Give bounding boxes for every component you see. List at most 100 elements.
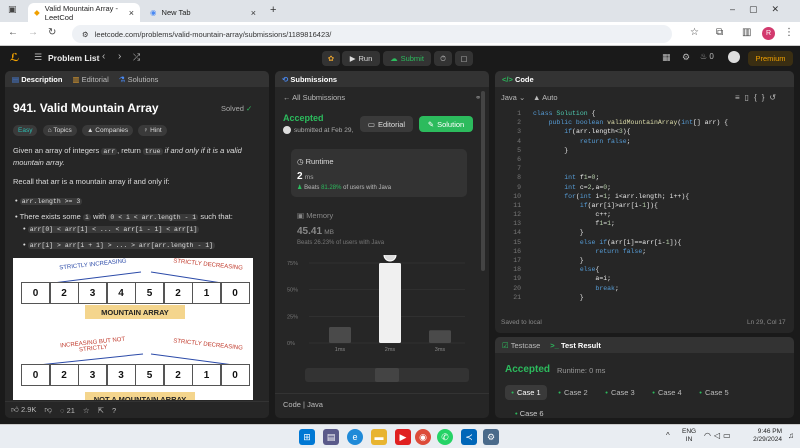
- favorite-star-icon[interactable]: ☆: [83, 406, 90, 415]
- code-line: 1 class Solution {: [495, 109, 785, 118]
- difficulty-badge[interactable]: Easy: [13, 125, 38, 136]
- terminal-icon: >_: [550, 340, 559, 350]
- hint-badge[interactable]: ♀ Hint: [138, 125, 167, 136]
- like-button[interactable]: 👍︎ 2.9K: [11, 405, 36, 415]
- tab-search-icon[interactable]: ▣: [8, 4, 17, 15]
- chart-range-slider[interactable]: [305, 368, 469, 382]
- user-avatar[interactable]: [728, 51, 740, 63]
- whatsapp-icon[interactable]: ✆: [437, 429, 453, 445]
- window-controls[interactable]: –▢✕: [730, 4, 793, 15]
- browser-tab-active[interactable]: ◆ Valid Mountain Array - LeetCod ×: [28, 3, 140, 22]
- array-cell: 0: [220, 282, 250, 304]
- solution-button[interactable]: ✎ Solution: [419, 116, 473, 132]
- share-icon[interactable]: ⇱: [98, 406, 104, 415]
- line-number: 3: [517, 128, 521, 136]
- menu-dots-icon[interactable]: ⋮: [784, 27, 794, 38]
- next-problem-icon[interactable]: ›: [118, 51, 121, 62]
- debug-icon[interactable]: ✿: [322, 51, 340, 66]
- extensions-icon[interactable]: ⧉: [716, 27, 723, 38]
- tab-submissions[interactable]: ⟲ Submissions: [282, 75, 337, 84]
- forward-icon[interactable]: →: [28, 27, 38, 38]
- tab-testcase[interactable]: ☑ Testcase: [502, 341, 540, 350]
- submit-button[interactable]: ☁ Submit: [383, 51, 431, 66]
- layout-icon[interactable]: ▦: [662, 52, 671, 63]
- case-tab[interactable]: • Case 1: [505, 385, 547, 400]
- vscode-icon[interactable]: ≺: [461, 429, 477, 445]
- all-submissions-link[interactable]: ← All Submissions: [283, 93, 345, 102]
- badge-row: Easy ⌂ Topics ▲ Companies ♀ Hint: [13, 125, 170, 136]
- tab-solutions[interactable]: ⚗ Solutions: [119, 75, 159, 84]
- help-icon[interactable]: ?: [112, 406, 116, 415]
- memory-label[interactable]: ▣ Memory: [297, 211, 333, 220]
- tab-editorial[interactable]: ▥ Editorial: [72, 75, 108, 84]
- bar-1ms[interactable]: [329, 327, 351, 343]
- sub-bullet-1: • arr[0] < arr[1] < ... < arr[i - 1] < a…: [23, 224, 200, 233]
- prev-problem-icon[interactable]: ‹: [102, 51, 105, 62]
- edge-browser-icon[interactable]: e: [347, 429, 363, 445]
- chrome-taskbar-icon[interactable]: ◉: [415, 429, 431, 445]
- sidepanel-icon[interactable]: ▥: [742, 27, 751, 38]
- shuffle-icon[interactable]: ⤮: [133, 52, 140, 63]
- array-cell: 0: [21, 364, 50, 386]
- youtube-icon[interactable]: ▶: [395, 429, 411, 445]
- settings-gear-icon[interactable]: ⚙: [483, 429, 499, 445]
- tab-code[interactable]: </> Code: [502, 75, 534, 84]
- clock[interactable]: 9:46 PM 2/29/2024: [742, 428, 782, 444]
- file-explorer-icon[interactable]: ▬: [371, 429, 387, 445]
- url-field[interactable]: ⚙ leetcode.com/problems/valid-mountain-a…: [72, 25, 672, 43]
- case-tab[interactable]: • Case 2: [552, 385, 594, 400]
- tab-test-result[interactable]: >_ Test Result: [550, 341, 601, 350]
- code-line: 7: [495, 164, 785, 173]
- comments-button[interactable]: ◌ 21: [60, 406, 75, 415]
- streak-counter[interactable]: ♨ 0: [700, 52, 714, 61]
- close-tab-icon[interactable]: ×: [251, 8, 256, 18]
- slider-handle[interactable]: [375, 368, 399, 382]
- browser-tab-newtab[interactable]: ◉ New Tab ×: [144, 3, 262, 22]
- close-tab-icon[interactable]: ×: [129, 8, 134, 18]
- line-number: 5: [517, 146, 521, 154]
- wifi-volume-battery-icons[interactable]: ◠◁▭: [704, 431, 734, 440]
- case-label: Case 3: [610, 388, 635, 397]
- settings-icon[interactable]: ⚙: [682, 52, 690, 63]
- auto-toggle[interactable]: ▲ Auto: [533, 93, 558, 102]
- topics-badge[interactable]: ⌂ Topics: [42, 125, 77, 136]
- back-icon[interactable]: ←: [8, 27, 18, 38]
- code-line: 10 for(int i=1; i<arr.length; i++){: [495, 192, 785, 201]
- bar-2ms[interactable]: [379, 263, 401, 343]
- editor-toolbar[interactable]: ≡▯{}↺: [735, 93, 781, 102]
- code-brackets-icon: </>: [502, 74, 513, 84]
- dislike-icon[interactable]: 👎︎: [44, 405, 52, 415]
- editorial-button[interactable]: ▭ Editorial: [360, 116, 413, 132]
- bookmark-star-icon[interactable]: ☆: [690, 27, 699, 38]
- windows-start-icon[interactable]: ⊞: [299, 429, 315, 445]
- solved-status: Solved ✓: [221, 104, 253, 113]
- x-tick-label: 3ms: [435, 347, 446, 353]
- comment-icon: ◌: [60, 405, 65, 415]
- widgets-icon[interactable]: ▤: [323, 429, 339, 445]
- line-number: 14: [513, 229, 521, 237]
- language-select[interactable]: Java ⌄: [501, 93, 525, 102]
- tab-description[interactable]: ▤ Description: [12, 75, 62, 84]
- language-indicator[interactable]: ENG IN: [682, 428, 696, 444]
- reload-icon[interactable]: ↻: [48, 27, 56, 38]
- tray-overflow-icon[interactable]: ^: [666, 431, 670, 440]
- companies-badge[interactable]: ▲ Companies: [82, 125, 134, 136]
- code-lines[interactable]: 1 class Solution {2 public boolean validM…: [495, 109, 785, 302]
- bar-3ms[interactable]: [429, 330, 451, 343]
- runtime-card[interactable]: ◷ Runtime 2 ms ♟ Beats 81.28% of users w…: [291, 149, 467, 197]
- case-tab[interactable]: • Case 4: [646, 385, 688, 400]
- runtime-distribution-chart[interactable]: 75% 50% 25% 0% 1ms 2ms 3ms: [285, 255, 481, 363]
- problem-list-link[interactable]: Problem List: [48, 53, 99, 63]
- timer-icon[interactable]: ⏱: [434, 51, 452, 66]
- notes-icon[interactable]: ▢: [455, 51, 473, 66]
- run-button[interactable]: ▶ Run: [342, 51, 380, 66]
- profile-avatar[interactable]: R: [762, 27, 775, 40]
- case-tab[interactable]: • Case 5: [693, 385, 735, 400]
- new-tab-button[interactable]: +: [270, 4, 276, 16]
- case-tab[interactable]: • Case 3: [599, 385, 641, 400]
- leetcode-logo-icon[interactable]: ℒ: [10, 51, 19, 64]
- premium-button[interactable]: Premium: [748, 51, 793, 66]
- scrollbar[interactable]: [481, 91, 485, 271]
- case-6-tab[interactable]: • Case 6: [515, 409, 544, 418]
- notification-bell-icon[interactable]: ♫: [788, 431, 794, 440]
